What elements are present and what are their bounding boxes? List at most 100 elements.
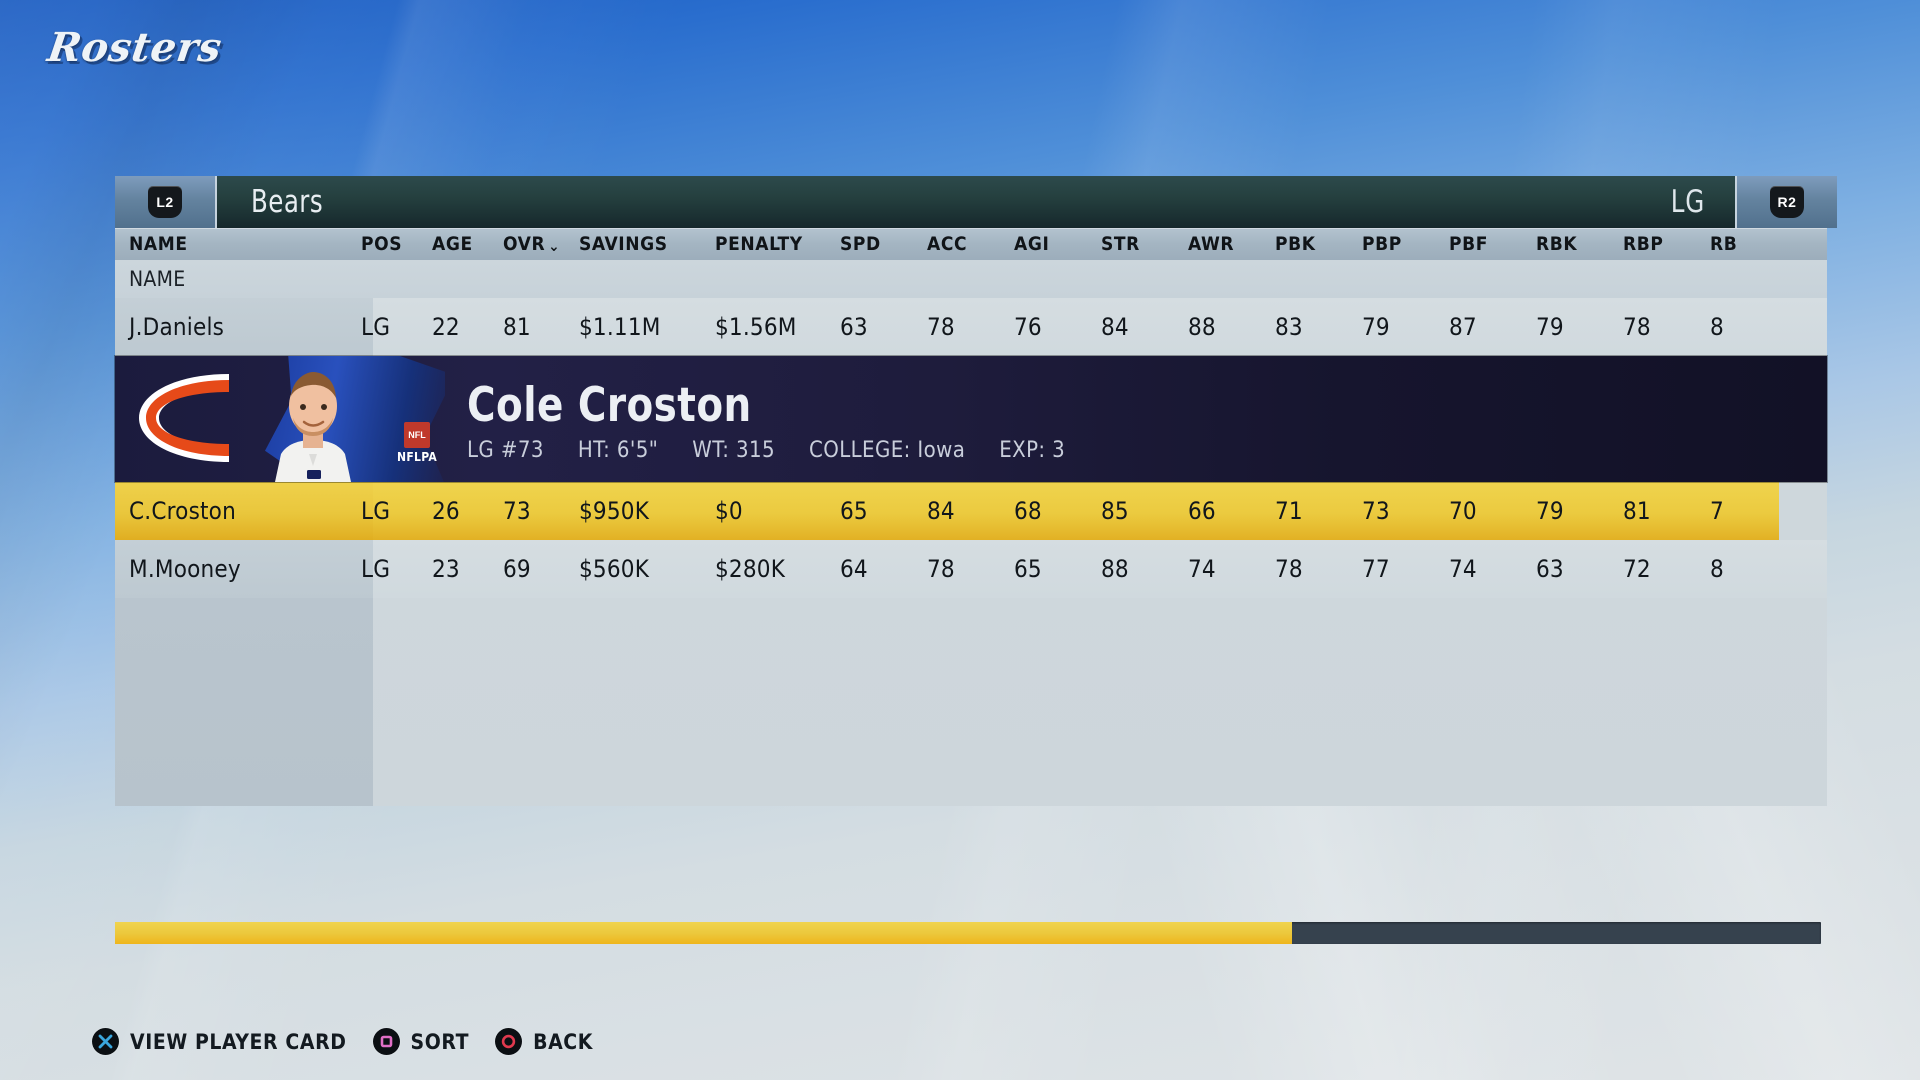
- cell-rbf: 7: [1710, 497, 1724, 525]
- position-filter-label[interactable]: LG: [1671, 184, 1705, 220]
- column-header-rbf[interactable]: RB: [1710, 228, 1737, 260]
- bumper-l2-button[interactable]: L2: [115, 176, 217, 228]
- team-logo-icon: [139, 374, 229, 462]
- cell-rbf: 8: [1710, 555, 1724, 583]
- column-header-age[interactable]: AGE: [432, 228, 473, 260]
- square-button-icon: [372, 1028, 400, 1055]
- subheader-name-label: NAME: [129, 267, 186, 291]
- cell-awr: 66: [1188, 497, 1216, 525]
- action-legend-bar: VIEW PLAYER CARD SORT BACK: [92, 1028, 593, 1055]
- cell-spd: 65: [840, 497, 868, 525]
- column-header-pbf[interactable]: PBF: [1449, 228, 1488, 260]
- cell-savings: $950K: [579, 497, 650, 525]
- l2-icon: L2: [148, 186, 182, 218]
- cell-pbk: 71: [1275, 497, 1303, 525]
- cell-rbf: 8: [1710, 313, 1724, 341]
- cell-penalty: $0: [715, 497, 743, 525]
- cell-age: 22: [432, 313, 460, 341]
- cell-str: 84: [1101, 313, 1129, 341]
- cell-pbk: 78: [1275, 555, 1303, 583]
- column-header-label: OVR: [503, 233, 546, 255]
- cell-name: C.Croston: [129, 497, 236, 525]
- action-cross[interactable]: VIEW PLAYER CARD: [92, 1028, 347, 1055]
- column-header-label: NAME: [129, 233, 188, 255]
- cell-pos: LG: [361, 497, 391, 525]
- column-header-acc[interactable]: ACC: [927, 228, 967, 260]
- cell-rbk: 79: [1536, 497, 1564, 525]
- player-height: HT: 6'5": [577, 438, 659, 463]
- table-row[interactable]: J.Daniels LG 22 81 $1.11M $1.56M 63 78 76 84 88 83 7…: [115, 298, 1827, 356]
- action-label: BACK: [533, 1029, 594, 1054]
- cell-rbp: 81: [1623, 497, 1651, 525]
- column-header-ovr[interactable]: OVR ⌄: [503, 228, 560, 260]
- column-header-label: PBF: [1449, 233, 1489, 255]
- player-experience: EXP: 3: [999, 438, 1066, 463]
- column-header-label: RB: [1710, 233, 1738, 255]
- player-info-banner: NFL NFLPA Cole Croston LG #73 HT: 6'5" WT: 31…: [115, 356, 1827, 482]
- cell-pbp: 77: [1362, 555, 1390, 583]
- roster-table-body: J.Daniels LG 22 81 $1.11M $1.56M 63 78 76 84 88 83 7…: [115, 298, 1827, 806]
- cell-name: M.Mooney: [129, 555, 241, 583]
- column-header-label: AGE: [432, 233, 473, 255]
- sort-descending-icon: ⌄: [548, 236, 561, 255]
- table-row[interactable]: M.Mooney LG 23 69 $560K $280K 64 78 65 88 74 78 77 74…: [115, 540, 1827, 598]
- cell-name: J.Daniels: [129, 313, 225, 341]
- cell-rbp: 72: [1623, 555, 1651, 583]
- cell-ovr: 81: [503, 313, 531, 341]
- column-header-rbp[interactable]: RBP: [1623, 228, 1664, 260]
- cell-pbp: 79: [1362, 313, 1390, 341]
- column-header-savings[interactable]: SAVINGS: [579, 228, 668, 260]
- cell-pos: LG: [361, 555, 391, 583]
- cell-agi: 76: [1014, 313, 1042, 341]
- column-header-str[interactable]: STR: [1101, 228, 1140, 260]
- player-position-number: LG #73: [467, 438, 544, 463]
- circle-button-icon: [495, 1028, 523, 1055]
- table-row[interactable]: C.Croston LG 26 73 $950K $0 65 84 68 85 66 71 73 70 79…: [115, 482, 1827, 540]
- cell-penalty: $1.56M: [715, 313, 797, 341]
- player-full-name: Cole Croston: [467, 378, 752, 433]
- cell-rbk: 79: [1536, 313, 1564, 341]
- nflpa-label: NFLPA: [397, 450, 437, 464]
- cross-button-icon: [92, 1028, 119, 1055]
- column-header-label: RBK: [1536, 233, 1578, 255]
- team-name: Bears: [251, 184, 324, 220]
- column-header-label: POS: [361, 233, 403, 255]
- cell-age: 26: [432, 497, 460, 525]
- horizontal-scrollbar[interactable]: [115, 922, 1821, 944]
- cell-acc: 84: [927, 497, 955, 525]
- column-header-pbp[interactable]: PBP: [1362, 228, 1402, 260]
- cell-age: 23: [432, 555, 460, 583]
- column-header-agi[interactable]: AGI: [1014, 228, 1049, 260]
- scrollbar-thumb[interactable]: [115, 922, 1293, 944]
- cell-pbp: 73: [1362, 497, 1390, 525]
- column-header-penalty[interactable]: PENALTY: [715, 228, 803, 260]
- player-headshot: [275, 372, 351, 482]
- column-header-label: SPD: [840, 233, 881, 255]
- cell-pbk: 83: [1275, 313, 1303, 341]
- cell-agi: 68: [1014, 497, 1042, 525]
- cell-savings: $560K: [579, 555, 650, 583]
- player-college: COLLEGE: Iowa: [809, 438, 966, 463]
- column-header-name[interactable]: NAME: [129, 228, 188, 260]
- column-header-label: PBP: [1362, 233, 1402, 255]
- cell-ovr: 73: [503, 497, 531, 525]
- column-header-label: ACC: [927, 233, 968, 255]
- banner-artwork: NFL NFLPA: [115, 356, 445, 482]
- page-title: Rosters: [44, 24, 225, 71]
- column-header-label: STR: [1101, 233, 1140, 255]
- column-header-awr[interactable]: AWR: [1188, 228, 1234, 260]
- team-header-middle: Bears LG: [217, 176, 1735, 228]
- player-weight: WT: 315: [692, 438, 776, 463]
- cell-pbf: 70: [1449, 497, 1477, 525]
- table-subheader: NAME: [115, 260, 1827, 298]
- column-header-pbk[interactable]: PBK: [1275, 228, 1316, 260]
- action-square[interactable]: SORT: [372, 1028, 470, 1055]
- column-header-pos[interactable]: POS: [361, 228, 402, 260]
- cell-pos: LG: [361, 313, 391, 341]
- column-header-rbk[interactable]: RBK: [1536, 228, 1577, 260]
- action-circle[interactable]: BACK: [495, 1028, 593, 1055]
- player-meta-row: LG #73 HT: 6'5" WT: 315 COLLEGE: Iowa EXP: 3: [467, 438, 1065, 463]
- column-header-spd[interactable]: SPD: [840, 228, 881, 260]
- cell-spd: 64: [840, 555, 868, 583]
- cell-rbk: 63: [1536, 555, 1564, 583]
